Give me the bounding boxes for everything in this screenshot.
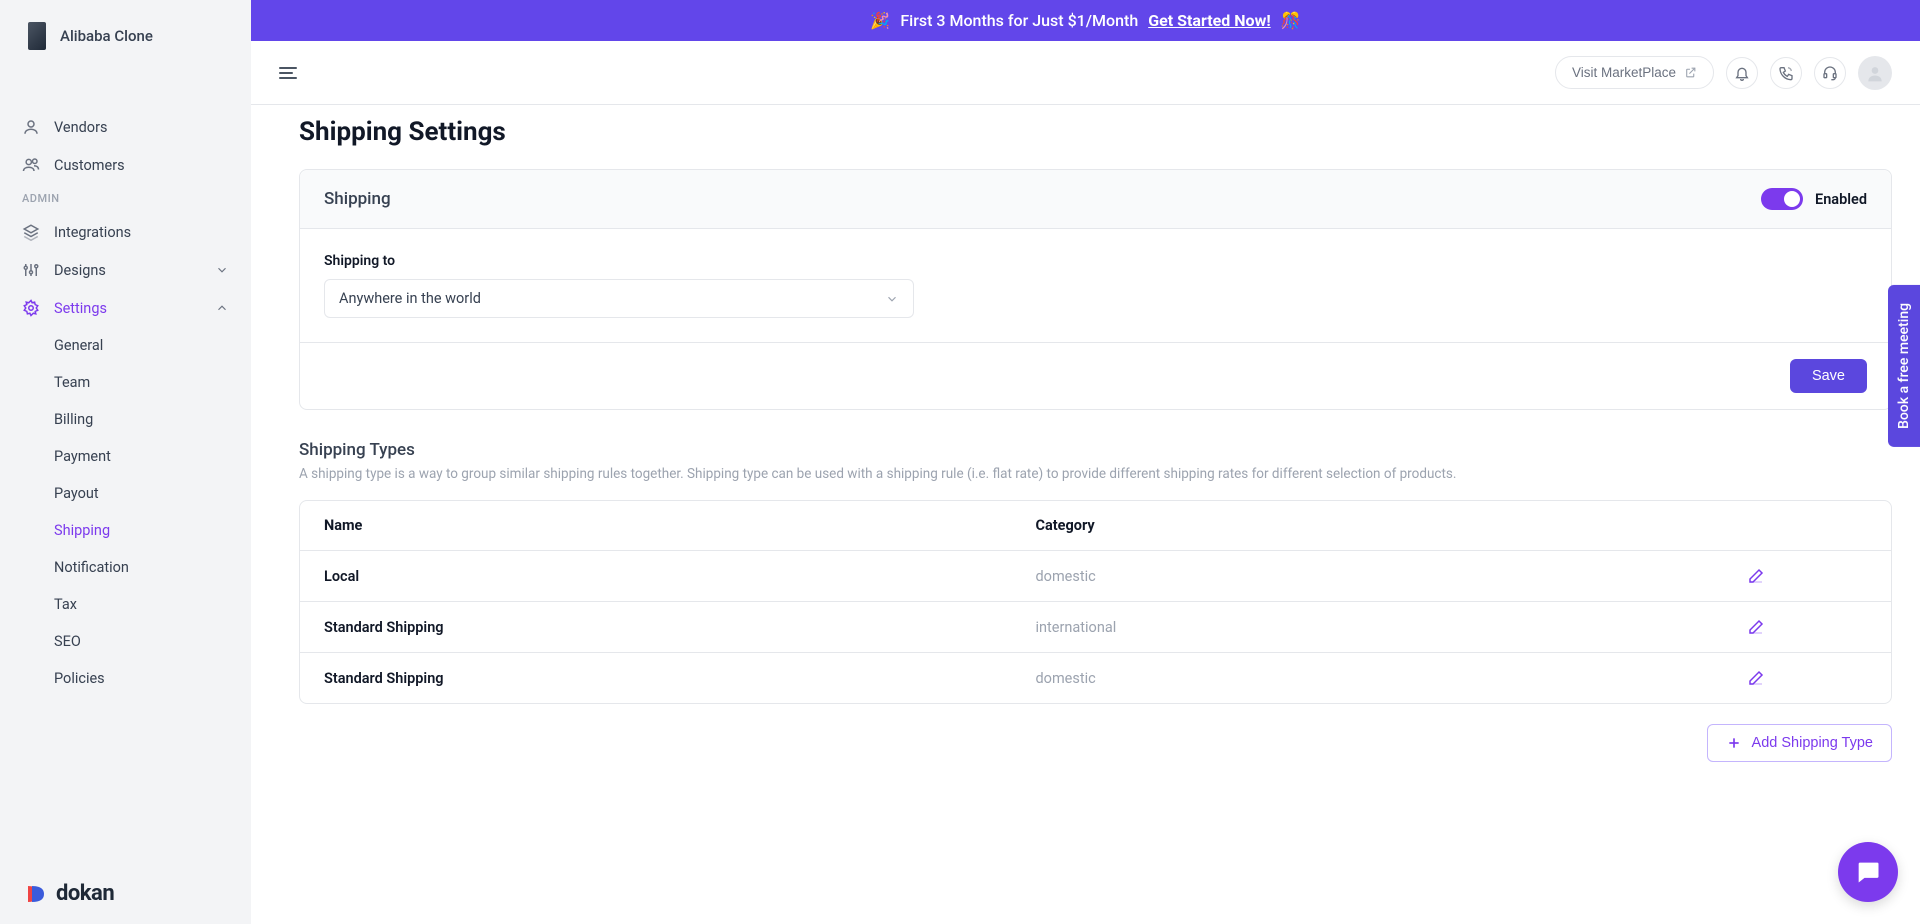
sidebar-label: Customers bbox=[54, 157, 125, 174]
sidebar-sub-billing[interactable]: Billing bbox=[54, 401, 251, 438]
sidebar-item-settings[interactable]: Settings bbox=[0, 289, 251, 327]
edit-icon[interactable] bbox=[1747, 567, 1867, 585]
main-area: 🎉 First 3 Months for Just $1/Month Get S… bbox=[251, 0, 1920, 924]
promo-emoji-left: 🎉 bbox=[870, 11, 890, 30]
brand-name: dokan bbox=[56, 881, 114, 906]
topbar-right: Visit MarketPlace bbox=[1555, 56, 1892, 90]
sidebar-item-customers[interactable]: Customers bbox=[0, 146, 251, 184]
layers-icon bbox=[22, 223, 40, 241]
plus-icon bbox=[1726, 735, 1742, 751]
sidebar-footer: dokan bbox=[0, 863, 251, 924]
row-name: Local bbox=[324, 568, 1036, 585]
sidebar-sub-tax[interactable]: Tax bbox=[54, 586, 251, 623]
shipping-to-select[interactable]: Anywhere in the world bbox=[324, 279, 914, 318]
shipping-enabled-toggle[interactable] bbox=[1761, 188, 1803, 210]
sidebar-label: Settings bbox=[54, 300, 107, 317]
user-avatar[interactable] bbox=[1858, 56, 1892, 90]
chevron-down-icon bbox=[215, 263, 229, 277]
row-category: international bbox=[1036, 619, 1748, 636]
row-name: Standard Shipping bbox=[324, 670, 1036, 687]
page-title: Shipping Settings bbox=[299, 117, 1892, 147]
sidebar-sub-general[interactable]: General bbox=[54, 327, 251, 364]
settings-submenu: General Team Billing Payment Payout Ship… bbox=[0, 327, 251, 697]
headset-icon bbox=[1822, 65, 1838, 81]
table-row: Standard Shipping domestic bbox=[300, 653, 1891, 703]
sidebar-sub-payment[interactable]: Payment bbox=[54, 438, 251, 475]
row-category: domestic bbox=[1036, 670, 1748, 687]
shipping-types-title: Shipping Types bbox=[299, 440, 1892, 460]
sidebar: Alibaba Clone Vendors Customers ADMIN In… bbox=[0, 0, 251, 924]
sidebar-sub-notification[interactable]: Notification bbox=[54, 549, 251, 586]
sidebar-item-integrations[interactable]: Integrations bbox=[0, 213, 251, 251]
shipping-to-label: Shipping to bbox=[324, 253, 1867, 269]
support-headset-button[interactable] bbox=[1814, 57, 1846, 89]
add-shipping-type-button[interactable]: Add Shipping Type bbox=[1707, 724, 1892, 762]
users-icon bbox=[22, 156, 40, 174]
row-category: domestic bbox=[1036, 568, 1748, 585]
row-name: Standard Shipping bbox=[324, 619, 1036, 636]
sidebar-nav: Vendors Customers ADMIN Integrations Des… bbox=[0, 68, 251, 863]
sidebar-sub-seo[interactable]: SEO bbox=[54, 623, 251, 660]
col-name-header: Name bbox=[324, 517, 1036, 534]
card-title: Shipping bbox=[324, 189, 391, 209]
edit-icon[interactable] bbox=[1747, 669, 1867, 687]
add-btn-wrap: Add Shipping Type bbox=[299, 724, 1892, 762]
sidebar-label: Integrations bbox=[54, 224, 131, 241]
shipping-types-table: Name Category Local domestic Standard Sh… bbox=[299, 500, 1892, 704]
content: Shipping Settings Shipping Enabled Shipp… bbox=[251, 105, 1920, 924]
edit-icon[interactable] bbox=[1747, 618, 1867, 636]
gear-icon bbox=[22, 299, 40, 317]
card-body: Shipping to Anywhere in the world bbox=[300, 229, 1891, 342]
sidebar-item-vendors[interactable]: Vendors bbox=[0, 108, 251, 146]
toggle-wrap: Enabled bbox=[1761, 188, 1867, 210]
promo-cta-link[interactable]: Get Started Now! bbox=[1148, 11, 1270, 30]
sidebar-sub-team[interactable]: Team bbox=[54, 364, 251, 401]
sidebar-section-admin: ADMIN bbox=[0, 184, 251, 213]
dokan-logo-icon bbox=[24, 882, 48, 906]
bell-icon bbox=[1734, 65, 1750, 81]
notification-bell-button[interactable] bbox=[1726, 57, 1758, 89]
add-btn-label: Add Shipping Type bbox=[1752, 735, 1873, 751]
sidebar-label: Designs bbox=[54, 262, 106, 279]
col-category-header: Category bbox=[1036, 517, 1748, 534]
shipping-card: Shipping Enabled Shipping to Anywhere in… bbox=[299, 169, 1892, 410]
phone-button[interactable] bbox=[1770, 57, 1802, 89]
sidebar-sub-shipping[interactable]: Shipping bbox=[54, 512, 251, 549]
user-icon bbox=[22, 118, 40, 136]
app-logo bbox=[28, 22, 46, 50]
app-name: Alibaba Clone bbox=[60, 27, 153, 45]
promo-text: First 3 Months for Just $1/Month bbox=[900, 11, 1138, 30]
visit-label: Visit MarketPlace bbox=[1572, 65, 1676, 80]
book-meeting-tab[interactable]: Book a free meeting bbox=[1888, 285, 1920, 447]
table-row: Standard Shipping international bbox=[300, 602, 1891, 653]
promo-emoji-right: 🎊 bbox=[1281, 11, 1301, 30]
card-header: Shipping Enabled bbox=[300, 170, 1891, 229]
table-row: Local domestic bbox=[300, 551, 1891, 602]
save-button[interactable]: Save bbox=[1790, 359, 1867, 393]
sidebar-header: Alibaba Clone bbox=[0, 0, 251, 68]
sidebar-sub-payout[interactable]: Payout bbox=[54, 475, 251, 512]
shipping-types-desc: A shipping type is a way to group simila… bbox=[299, 466, 1892, 482]
sidebar-item-designs[interactable]: Designs bbox=[0, 251, 251, 289]
chat-widget-button[interactable] bbox=[1838, 842, 1898, 902]
chat-icon bbox=[1854, 858, 1882, 886]
toggle-label: Enabled bbox=[1815, 191, 1867, 208]
promo-banner: 🎉 First 3 Months for Just $1/Month Get S… bbox=[251, 0, 1920, 41]
topbar: Visit MarketPlace bbox=[251, 41, 1920, 105]
sidebar-label: Vendors bbox=[54, 119, 107, 136]
card-footer: Save bbox=[300, 342, 1891, 409]
phone-icon bbox=[1778, 65, 1794, 81]
sliders-icon bbox=[22, 261, 40, 279]
external-link-icon bbox=[1684, 66, 1697, 79]
chevron-down-icon bbox=[885, 292, 899, 306]
chevron-up-icon bbox=[215, 301, 229, 315]
table-header: Name Category bbox=[300, 501, 1891, 551]
menu-toggle-button[interactable] bbox=[279, 67, 297, 79]
select-value: Anywhere in the world bbox=[339, 290, 481, 307]
visit-marketplace-button[interactable]: Visit MarketPlace bbox=[1555, 56, 1714, 89]
sidebar-sub-policies[interactable]: Policies bbox=[54, 660, 251, 697]
